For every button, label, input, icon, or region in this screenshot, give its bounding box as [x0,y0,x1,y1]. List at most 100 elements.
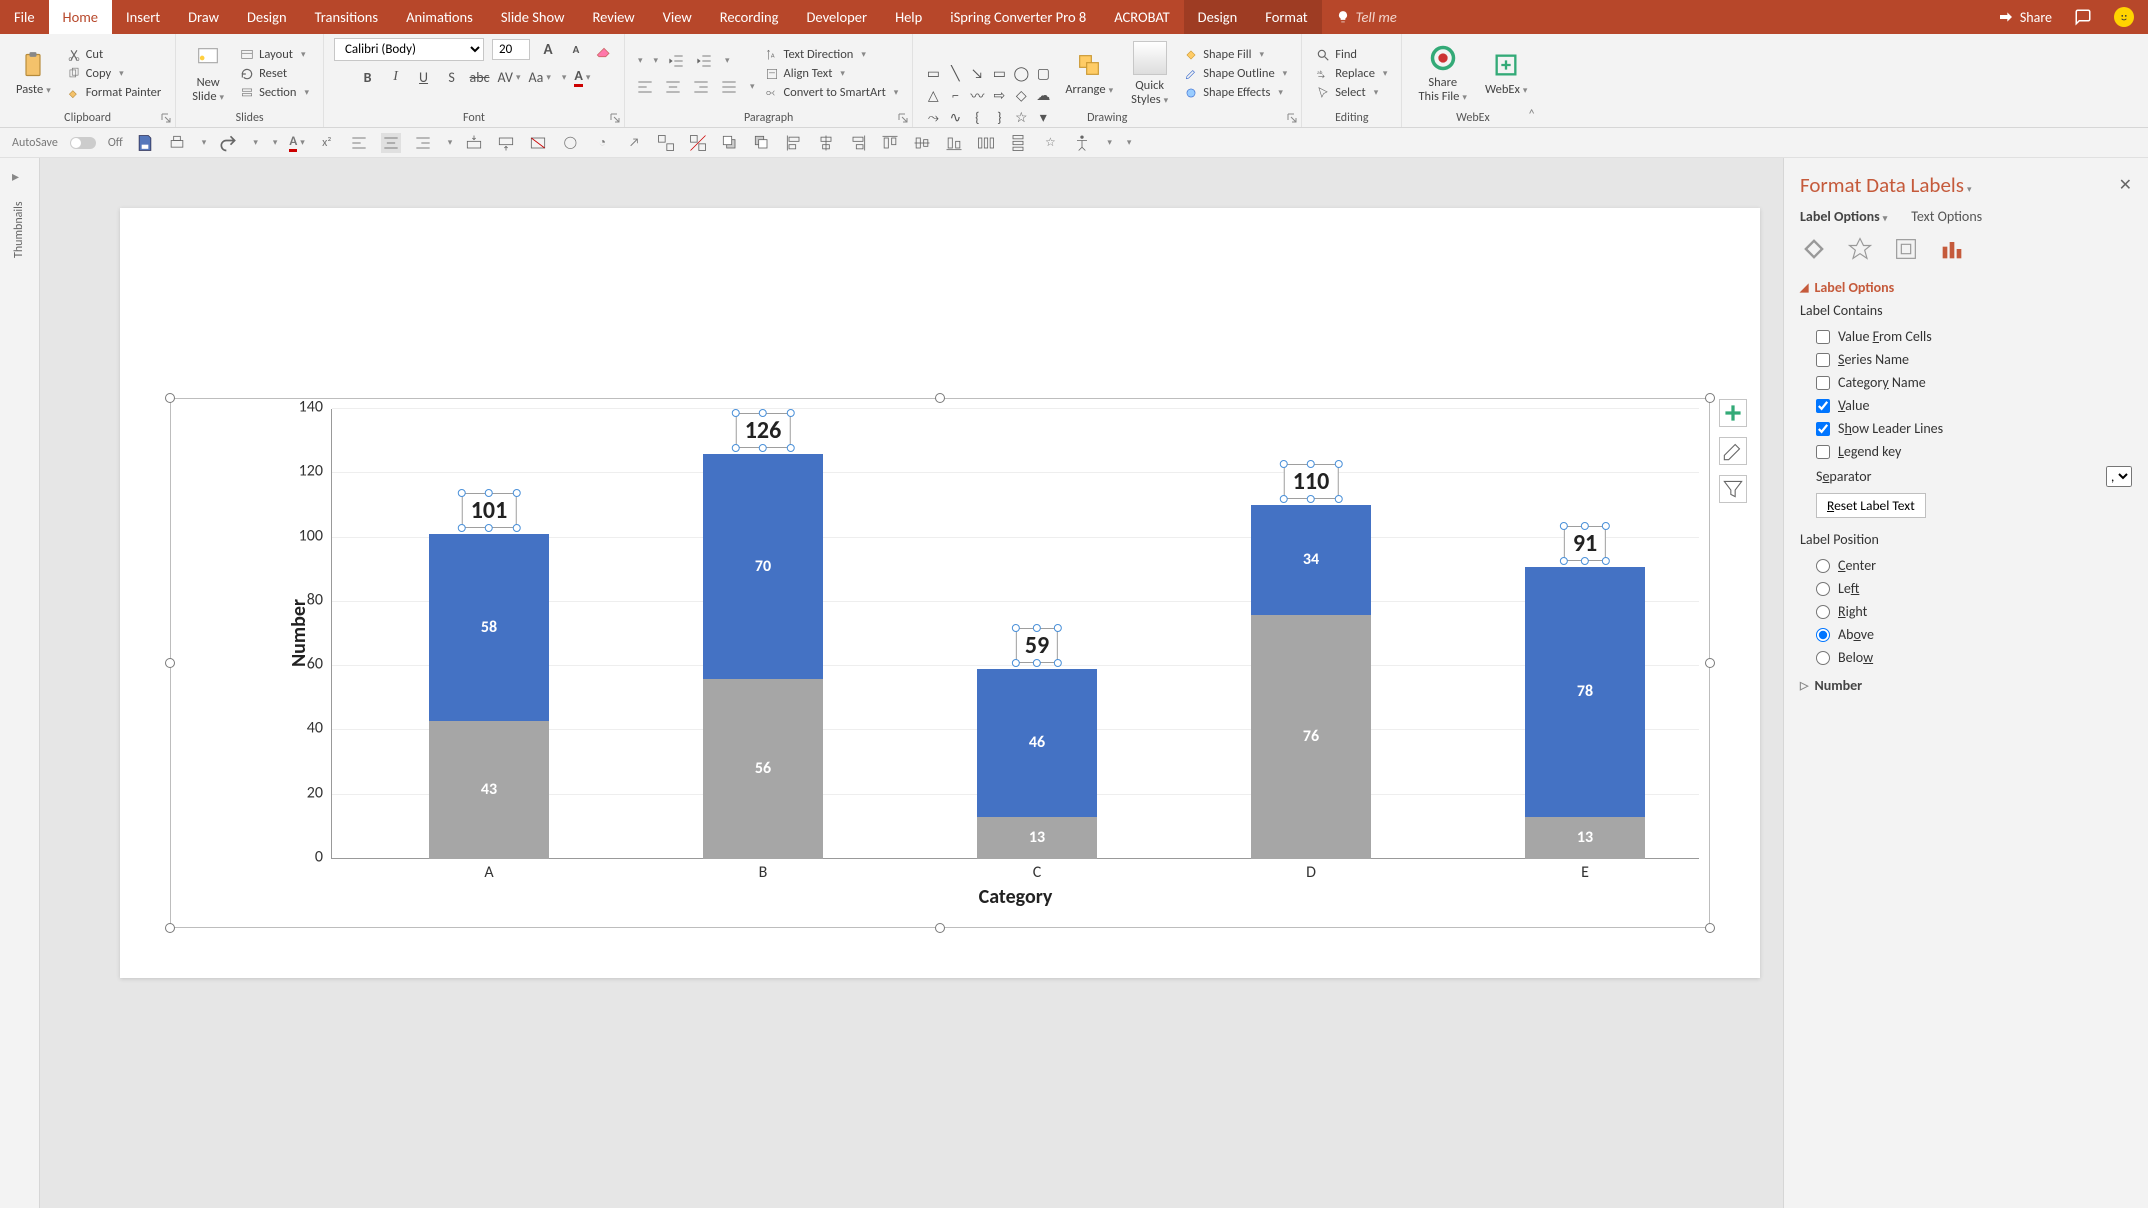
label-handle[interactable] [1334,495,1342,503]
label-handle[interactable] [786,409,794,417]
tab-slideshow[interactable]: Slide Show [487,0,579,34]
chk-value-from-cells[interactable] [1816,330,1830,344]
total-data-label[interactable]: 110 [1284,464,1339,499]
qat-distribute-v-button[interactable] [1008,133,1028,153]
section-number-header[interactable]: ▷Number [1800,677,2132,694]
shape-l-icon[interactable]: ⌐ [945,86,965,106]
shape-fill-button[interactable]: Shape Fill [1180,46,1291,63]
qat-insert-above-button[interactable] [464,133,484,153]
label-handle[interactable] [512,524,520,532]
tab-chart-format[interactable]: Format [1251,0,1321,34]
chart-object[interactable]: Number 020406080100120140 Category 43581… [170,398,1710,928]
close-pane-button[interactable]: ✕ [2119,175,2132,195]
shape-cloud-icon[interactable]: ☁ [1033,86,1053,106]
qat-oval-button[interactable]: ◯ [560,133,580,153]
shapes-gallery[interactable]: ▭ ╲ ↘ ▭ ◯ ▢ △ ⌐ 〰 ⇨ ◇ ☁ ⤳ ∿ { } ☆ [923,64,1053,84]
label-handle[interactable] [1012,659,1020,667]
resize-handle[interactable] [1705,923,1715,933]
tab-label-options[interactable]: Label Options [1800,208,1887,225]
underline-button[interactable]: U [414,67,434,87]
qat-star-button[interactable]: ☆ [1040,133,1060,153]
bold-button[interactable]: B [358,67,378,87]
share-file-button[interactable]: Share This File [1412,42,1472,106]
qat-merge-button[interactable] [445,133,453,153]
webex-button[interactable]: WebEx [1479,49,1534,99]
qat-align-objects-bottom-button[interactable] [944,133,964,153]
qat-align-right-button[interactable] [413,133,433,153]
replace-button[interactable]: abReplace [1312,65,1391,82]
label-handle[interactable] [485,524,493,532]
shape-rarrow-icon[interactable]: ⇨ [989,86,1009,106]
clear-formatting-button[interactable] [594,40,614,60]
tab-view[interactable]: View [649,0,706,34]
qat-insert-below-button[interactable] [496,133,516,153]
section-label-options-header[interactable]: ◢Label Options [1800,279,2132,296]
redo-button[interactable] [218,133,238,153]
tab-ispring[interactable]: iSpring Converter Pro 8 [936,0,1100,34]
qat-customize-button[interactable] [1124,133,1132,153]
shape-triangle-icon[interactable]: △ [923,86,943,106]
effects-tab-icon[interactable] [1846,235,1874,263]
qat-group-button[interactable] [656,133,676,153]
paragraph-launcher-icon[interactable] [898,113,908,123]
undo-button[interactable] [199,133,207,153]
expand-chevron-icon[interactable]: ▸ [12,168,19,185]
quick-styles-button[interactable]: Quick Styles [1125,39,1174,109]
qat-delete-button[interactable] [528,133,548,153]
paste-button[interactable]: Paste [10,49,57,99]
drawing-launcher-icon[interactable] [1287,113,1297,123]
strikethrough-button[interactable]: abc [470,67,490,87]
label-handle[interactable] [732,444,740,452]
decrease-indent-button[interactable] [666,51,686,71]
tab-transitions[interactable]: Transitions [301,0,393,34]
increase-font-button[interactable]: A [538,40,558,60]
total-data-label[interactable]: 126 [736,413,791,448]
label-handle[interactable] [458,489,466,497]
qat-distribute-h-button[interactable] [976,133,996,153]
label-handle[interactable] [1012,624,1020,632]
label-handle[interactable] [1581,522,1589,530]
align-center-button[interactable] [663,77,683,97]
label-handle[interactable] [1280,495,1288,503]
format-painter-button[interactable]: Format Painter [63,84,166,101]
qat-accessibility-button[interactable] [1072,133,1092,153]
shape-rect-icon[interactable]: ▭ [989,64,1009,84]
chart-elements-button[interactable] [1719,399,1747,427]
numbering-button[interactable]: 12 [651,51,659,71]
label-handle[interactable] [1307,495,1315,503]
decrease-font-button[interactable]: A [566,40,586,60]
share-button[interactable]: Share [1998,9,2052,26]
label-handle[interactable] [732,409,740,417]
tab-animations[interactable]: Animations [392,0,487,34]
text-direction-button[interactable]: AText Direction [761,46,903,63]
feedback-smiley-icon[interactable] [2114,7,2134,27]
copy-button[interactable]: Copy [63,65,166,82]
shape-diamond-icon[interactable]: ◇ [1011,86,1031,106]
shape-effects-button[interactable]: Shape Effects [1180,84,1291,101]
tab-insert[interactable]: Insert [112,0,174,34]
fill-line-tab-icon[interactable] [1800,235,1828,263]
radio-right[interactable] [1816,605,1830,619]
reset-label-text-button[interactable]: Reset Label Text [1816,493,1926,518]
chk-legend-key[interactable] [1816,445,1830,459]
section-button[interactable]: Section [236,84,313,101]
label-handle[interactable] [1054,624,1062,632]
tab-chart-design[interactable]: Design [1184,0,1252,34]
radio-below[interactable] [1816,651,1830,665]
label-options-tab-icon[interactable] [1938,235,1966,263]
change-case-button[interactable]: Aa [529,67,551,87]
justify-button[interactable] [719,77,739,97]
shape-arrow-icon[interactable]: ↘ [967,64,987,84]
label-handle[interactable] [1602,522,1610,530]
resize-handle[interactable] [935,923,945,933]
chart-styles-button[interactable] [1719,437,1747,465]
highlight-button[interactable] [559,67,567,87]
label-handle[interactable] [1581,557,1589,565]
chk-value[interactable] [1816,399,1830,413]
italic-button[interactable]: I [386,67,406,87]
label-handle[interactable] [1560,557,1568,565]
resize-handle[interactable] [1705,393,1715,403]
shape-curve-icon[interactable]: 〰 [967,86,987,106]
line-spacing-button[interactable] [722,51,730,71]
label-handle[interactable] [458,524,466,532]
